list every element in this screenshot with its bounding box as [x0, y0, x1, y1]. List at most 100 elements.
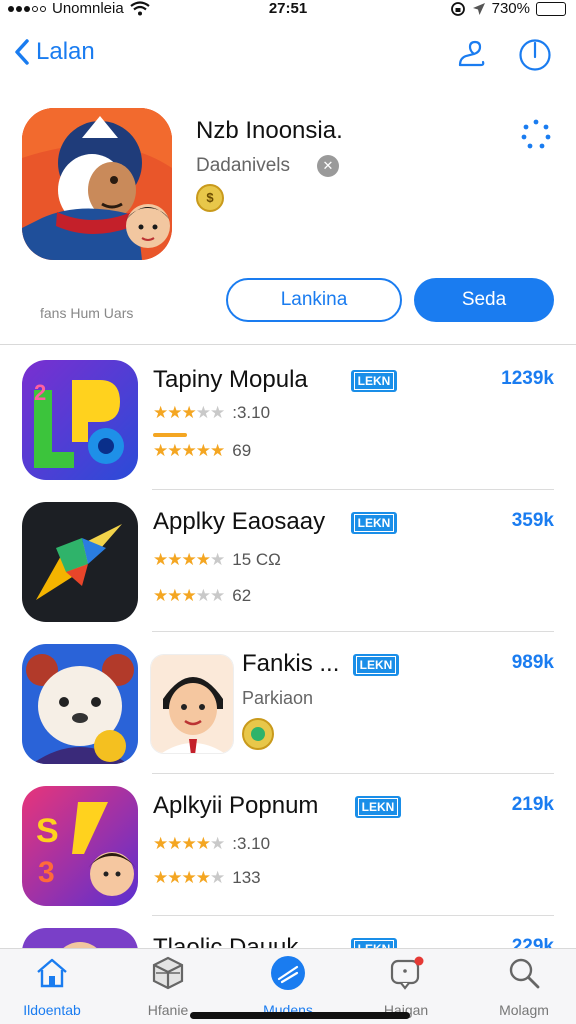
star-icon: ★ — [195, 586, 211, 605]
tab-label: Molagm — [499, 1002, 549, 1018]
list-badge: LEKN — [355, 796, 401, 818]
star-icon: ★ — [210, 403, 225, 422]
list-count: 989k — [511, 652, 554, 673]
star-icon: ★ — [195, 550, 211, 569]
star-icon: ★ — [210, 550, 225, 569]
star-icon: ★ — [181, 550, 197, 569]
tab-home[interactable]: Ildoentab — [2, 955, 102, 1018]
list-badge: LEKN — [351, 512, 397, 534]
ranking-button[interactable]: Lankina — [226, 278, 402, 322]
star-icon: ★ — [167, 868, 182, 887]
star-icon: ★ — [167, 834, 182, 853]
svg-text:2: 2 — [34, 380, 46, 405]
star-icon: ★ — [195, 441, 211, 460]
share-icon[interactable] — [454, 38, 488, 72]
star-icon: ★ — [210, 834, 225, 853]
status-right: 730% — [450, 0, 566, 17]
coin-icon — [242, 718, 274, 750]
list-app-icon — [22, 502, 138, 622]
star-icon: ★ — [167, 586, 182, 605]
list-app-icon: 2 — [22, 360, 138, 480]
star-icon: ★ — [181, 441, 197, 460]
close-icon[interactable]: ✕ — [317, 155, 339, 177]
list-item[interactable]: Fankis ... LEKN 989k Parkiaon — [0, 632, 576, 774]
star-icon: ★ — [195, 834, 211, 853]
list-item[interactable]: Tlaolic Dauuk LEKN 229k — [0, 916, 576, 948]
star-icon: ★ — [153, 403, 168, 422]
search-icon — [509, 958, 540, 989]
list-badge: LEKN — [351, 938, 397, 948]
developer-link[interactable]: Dadanivels — [196, 155, 290, 177]
rating-count: 62 — [232, 586, 252, 605]
list-app-icon-secondary — [150, 654, 234, 754]
list-title: Fankis ... — [242, 650, 340, 677]
star-icon: ★ — [210, 441, 225, 460]
star-rating-secondary: ★★★★★ 69 — [153, 441, 251, 461]
battery-icon — [536, 1, 566, 16]
star-icon: ★ — [153, 441, 168, 460]
back-label: Lalan — [36, 38, 95, 65]
list-item[interactable]: 2 Tapiny Mopula LEKN 1239k ★★★★★ :3.10 ★… — [0, 348, 576, 490]
list-count: 219k — [511, 794, 554, 815]
list-app-icon — [22, 928, 138, 948]
home-icon — [37, 958, 67, 988]
download-icon[interactable] — [518, 38, 552, 72]
stars-icon: ★★★★★ — [153, 868, 225, 888]
rating-value: :3.10 — [232, 834, 271, 853]
list-title: Aplkyii Popnum — [153, 792, 319, 819]
rating-count: 69 — [232, 441, 252, 460]
stars-icon: ★★★★★ — [153, 586, 225, 606]
rating-count: 133 — [232, 868, 261, 887]
star-icon: ★ — [153, 550, 168, 569]
list-badge: LEKN — [351, 370, 397, 392]
star-icon: ★ — [210, 868, 225, 887]
more-icon[interactable] — [520, 118, 552, 150]
star-icon: ★ — [195, 403, 211, 422]
list-app-icon — [22, 644, 138, 764]
star-icon: ★ — [153, 834, 168, 853]
list-count: 1239k — [501, 368, 554, 389]
section-divider — [0, 344, 576, 345]
stars-icon: ★★★★★ — [153, 550, 225, 570]
star-icon: ★ — [181, 834, 197, 853]
get-button[interactable]: Seda — [414, 278, 554, 322]
chevron-left-icon — [15, 39, 29, 65]
star-icon: ★ — [181, 403, 197, 422]
rating-bar-icon — [153, 433, 187, 437]
list-item[interactable]: S 3 Aplkyii Popnum LEKN 219k ★★★★★ :3.10… — [0, 774, 576, 916]
list-title: Tlaolic Dauuk — [153, 934, 299, 948]
star-rating: ★★★★★ :3.10 — [153, 834, 270, 854]
list-title: Tapiny Mopula — [153, 366, 308, 393]
back-button[interactable]: Lalan — [14, 38, 95, 66]
home-indicator — [190, 1012, 410, 1019]
rating-value: :3.10 — [232, 403, 271, 422]
list-count: 229k — [511, 936, 554, 948]
app-icon — [22, 108, 172, 260]
tab-apps[interactable]: Mudens — [238, 955, 338, 1018]
list-item[interactable]: Applky Eaosaay LEKN 359k ★★★★★ 15 CΩ ★★★… — [0, 490, 576, 632]
star-icon: ★ — [167, 550, 182, 569]
location-icon — [472, 2, 485, 15]
star-icon: ★ — [167, 441, 182, 460]
star-icon: ★ — [210, 586, 225, 605]
list-count: 359k — [511, 510, 554, 531]
star-icon: ★ — [195, 868, 211, 887]
star-icon: ★ — [153, 868, 168, 887]
stars-icon: ★★★★★ — [153, 834, 225, 854]
list-title: Applky Eaosaay — [153, 508, 326, 535]
star-rating: ★★★★★ 15 CΩ — [153, 550, 281, 570]
coin-icon: $ — [196, 184, 224, 212]
star-icon: ★ — [167, 403, 182, 422]
tab-updates[interactable]: Haigan — [356, 955, 456, 1018]
tab-search[interactable]: Molagm — [474, 955, 574, 1018]
app-title: Nzb Inoonsia. — [196, 117, 343, 144]
battery-percent: 730% — [491, 0, 530, 17]
star-rating-secondary: ★★★★★ 62 — [153, 586, 251, 606]
notification-icon — [390, 956, 424, 990]
info-note: fans Hum Uars — [40, 305, 134, 321]
tab-games[interactable]: Hfanie — [118, 955, 218, 1018]
star-icon: ★ — [181, 868, 197, 887]
cube-icon — [152, 956, 184, 990]
lock-rotation-icon — [450, 1, 465, 16]
star-icon: ★ — [153, 586, 168, 605]
